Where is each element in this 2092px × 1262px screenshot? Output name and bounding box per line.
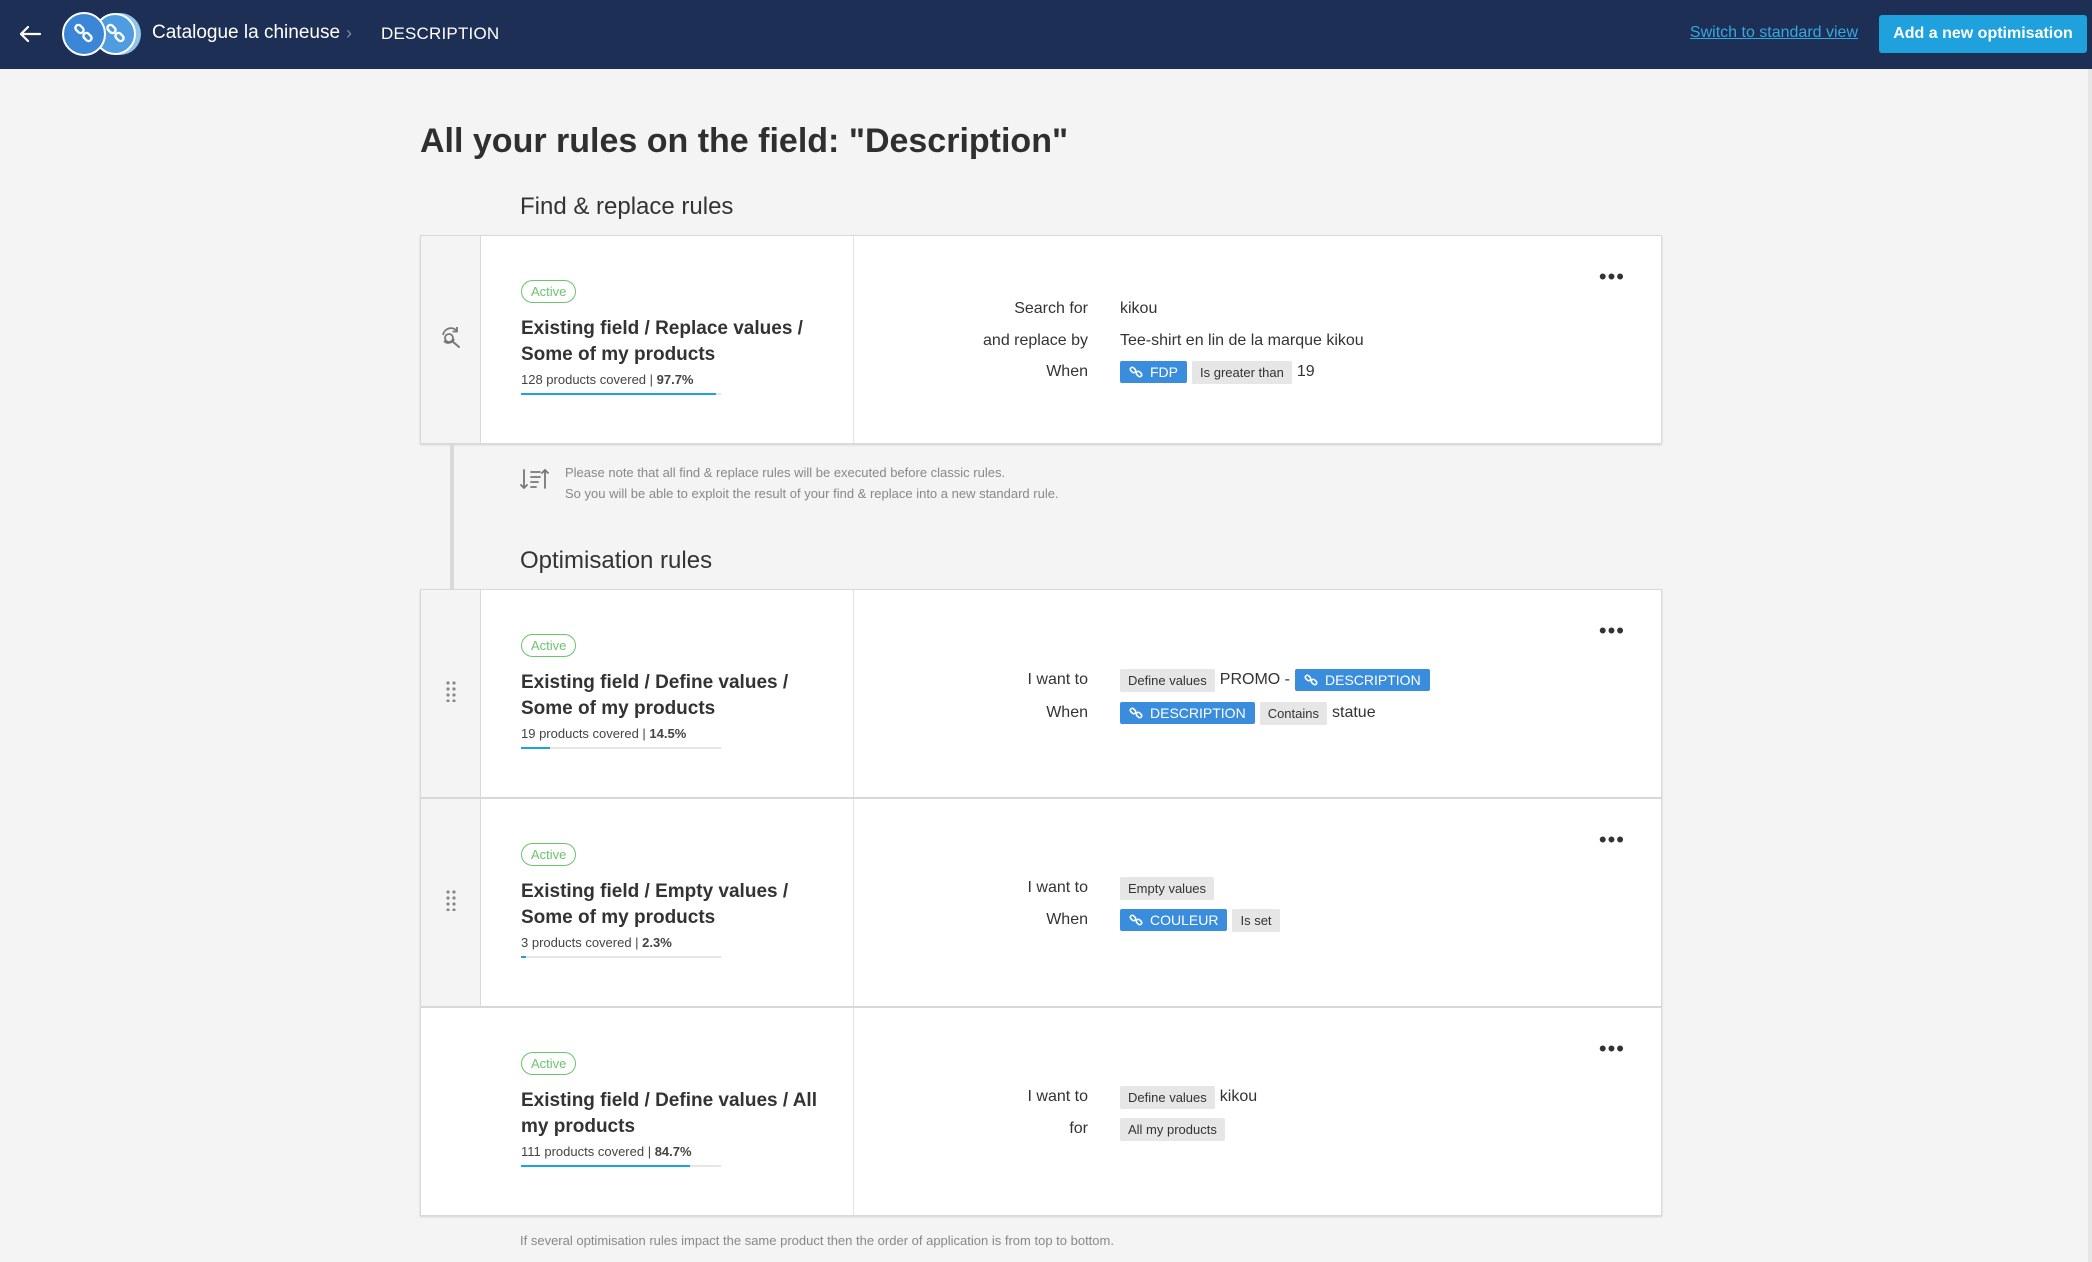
search-label: Search for xyxy=(1014,300,1088,317)
find-replace-rule-card[interactable]: Active Existing field / Replace values /… xyxy=(420,235,1662,444)
find-replace-icon xyxy=(439,325,463,354)
search-value: kikou xyxy=(1120,300,1158,317)
status-badge: Active xyxy=(521,1052,577,1075)
app-title[interactable]: Catalogue la chineuse xyxy=(152,22,340,44)
sort-order-icon xyxy=(520,466,550,497)
action-text: PROMO - xyxy=(1219,671,1290,688)
replace-label: and replace by xyxy=(983,332,1088,349)
back-arrow-icon[interactable] xyxy=(14,18,46,50)
rule-summary: Active Existing field / Empty values / S… xyxy=(481,799,854,1006)
link-icon xyxy=(1304,674,1318,686)
operator-chip: Is set xyxy=(1232,908,1280,932)
drag-handle[interactable] xyxy=(421,590,481,797)
rule-summary: Active Existing field / Replace values /… xyxy=(481,236,854,443)
rule-summary: Active Existing field / Define values / … xyxy=(421,1008,854,1215)
coverage-progress-fill xyxy=(521,1165,691,1167)
drag-handle[interactable] xyxy=(421,799,481,1006)
when-label: When xyxy=(1046,911,1088,928)
field-chip: DESCRIPTION xyxy=(1120,702,1255,724)
rule-details: ••• I want to Empty values When COULEUR … xyxy=(854,799,1661,1006)
status-badge: Active xyxy=(521,280,577,303)
status-badge: Active xyxy=(521,634,577,657)
replace-value: Tee-shirt en lin de la marque kikou xyxy=(1120,332,1364,349)
coverage-progress-bar xyxy=(521,747,721,749)
status-badge: Active xyxy=(521,843,577,866)
scrollbar[interactable] xyxy=(2088,69,2092,1262)
more-options-icon[interactable]: ••• xyxy=(1599,266,1625,288)
field-chip: FDP xyxy=(1120,361,1187,383)
more-options-icon[interactable]: ••• xyxy=(1599,829,1625,851)
coverage-text: 19 products covered | 14.5% xyxy=(521,726,687,741)
optimisation-rule-card[interactable]: Active Existing field / Define values / … xyxy=(420,1007,1662,1216)
top-bar: Catalogue la chineuse › DESCRIPTION Swit… xyxy=(0,0,2092,69)
more-options-icon[interactable]: ••• xyxy=(1599,1038,1625,1060)
rule-details: ••• I want to Define values PROMO - DESC… xyxy=(854,590,1661,797)
action-chip: Define values xyxy=(1120,1085,1215,1109)
operator-chip: Is greater than xyxy=(1192,360,1292,384)
optimisation-rule-card[interactable]: Active Existing field / Empty values / S… xyxy=(420,798,1662,1007)
more-options-icon[interactable]: ••• xyxy=(1599,620,1625,642)
rule-details: ••• Search for kikou and replace by Tee-… xyxy=(854,236,1661,443)
drag-handle-icon[interactable] xyxy=(445,680,457,707)
for-label: for xyxy=(1069,1120,1088,1137)
scope-chip: All my products xyxy=(1120,1117,1225,1141)
execution-order-note: Please note that all find & replace rule… xyxy=(565,465,1059,501)
app-logo xyxy=(60,11,148,57)
action-chip: Define values xyxy=(1120,668,1215,692)
drag-handle-icon[interactable] xyxy=(445,889,457,916)
operator-chip: Contains xyxy=(1259,701,1327,725)
footer-note: If several optimisation rules impact the… xyxy=(520,1233,1114,1248)
field-chip: COULEUR xyxy=(1120,909,1228,931)
rule-title[interactable]: Existing field / Replace values / Some o… xyxy=(521,316,831,368)
link-icon xyxy=(1129,707,1143,719)
switch-view-link[interactable]: Switch to standard view xyxy=(1690,24,1858,42)
coverage-text: 3 products covered | 2.3% xyxy=(521,935,672,950)
action-label: I want to xyxy=(1027,1088,1088,1105)
when-label: When xyxy=(1046,704,1088,721)
optimisation-rule-card[interactable]: Active Existing field / Define values / … xyxy=(420,589,1662,798)
optimisation-section-title: Optimisation rules xyxy=(520,547,713,574)
coverage-progress-fill xyxy=(521,747,550,749)
page-title: All your rules on the field: "Descriptio… xyxy=(420,122,1069,160)
action-label: I want to xyxy=(1027,879,1088,896)
coverage-progress-bar xyxy=(521,393,721,395)
link-icon xyxy=(1129,914,1143,926)
rules-connector xyxy=(450,444,454,590)
link-icon xyxy=(1129,366,1143,378)
find-replace-section-title: Find & replace rules xyxy=(520,193,734,220)
breadcrumb-separator: › xyxy=(346,23,352,43)
coverage-progress-fill xyxy=(521,956,526,958)
coverage-text: 111 products covered | 84.7% xyxy=(521,1144,692,1159)
coverage-progress-bar xyxy=(521,1165,721,1167)
add-optimisation-button[interactable]: Add a new optimisation xyxy=(1879,15,2087,53)
rule-title[interactable]: Existing field / Empty values / Some of … xyxy=(521,879,831,931)
when-label: When xyxy=(1046,363,1088,380)
rule-details: ••• I want to Define values kikou for Al… xyxy=(854,1008,1661,1215)
condition-value: statue xyxy=(1332,704,1376,721)
action-chip: Empty values xyxy=(1120,876,1215,900)
breadcrumb-current: DESCRIPTION xyxy=(381,24,500,43)
rule-summary: Active Existing field / Define values / … xyxy=(481,590,854,797)
rule-title[interactable]: Existing field / Define values / Some of… xyxy=(521,670,831,722)
coverage-progress-fill xyxy=(521,393,717,395)
coverage-text: 128 products covered | 97.7% xyxy=(521,372,694,387)
card-handle xyxy=(421,236,481,443)
action-label: I want to xyxy=(1027,671,1088,688)
action-text: kikou xyxy=(1219,1088,1258,1105)
coverage-progress-bar xyxy=(521,956,721,958)
condition-value: 19 xyxy=(1296,363,1315,380)
rule-title[interactable]: Existing field / Define values / All my … xyxy=(521,1088,831,1140)
field-chip: DESCRIPTION xyxy=(1295,669,1430,691)
